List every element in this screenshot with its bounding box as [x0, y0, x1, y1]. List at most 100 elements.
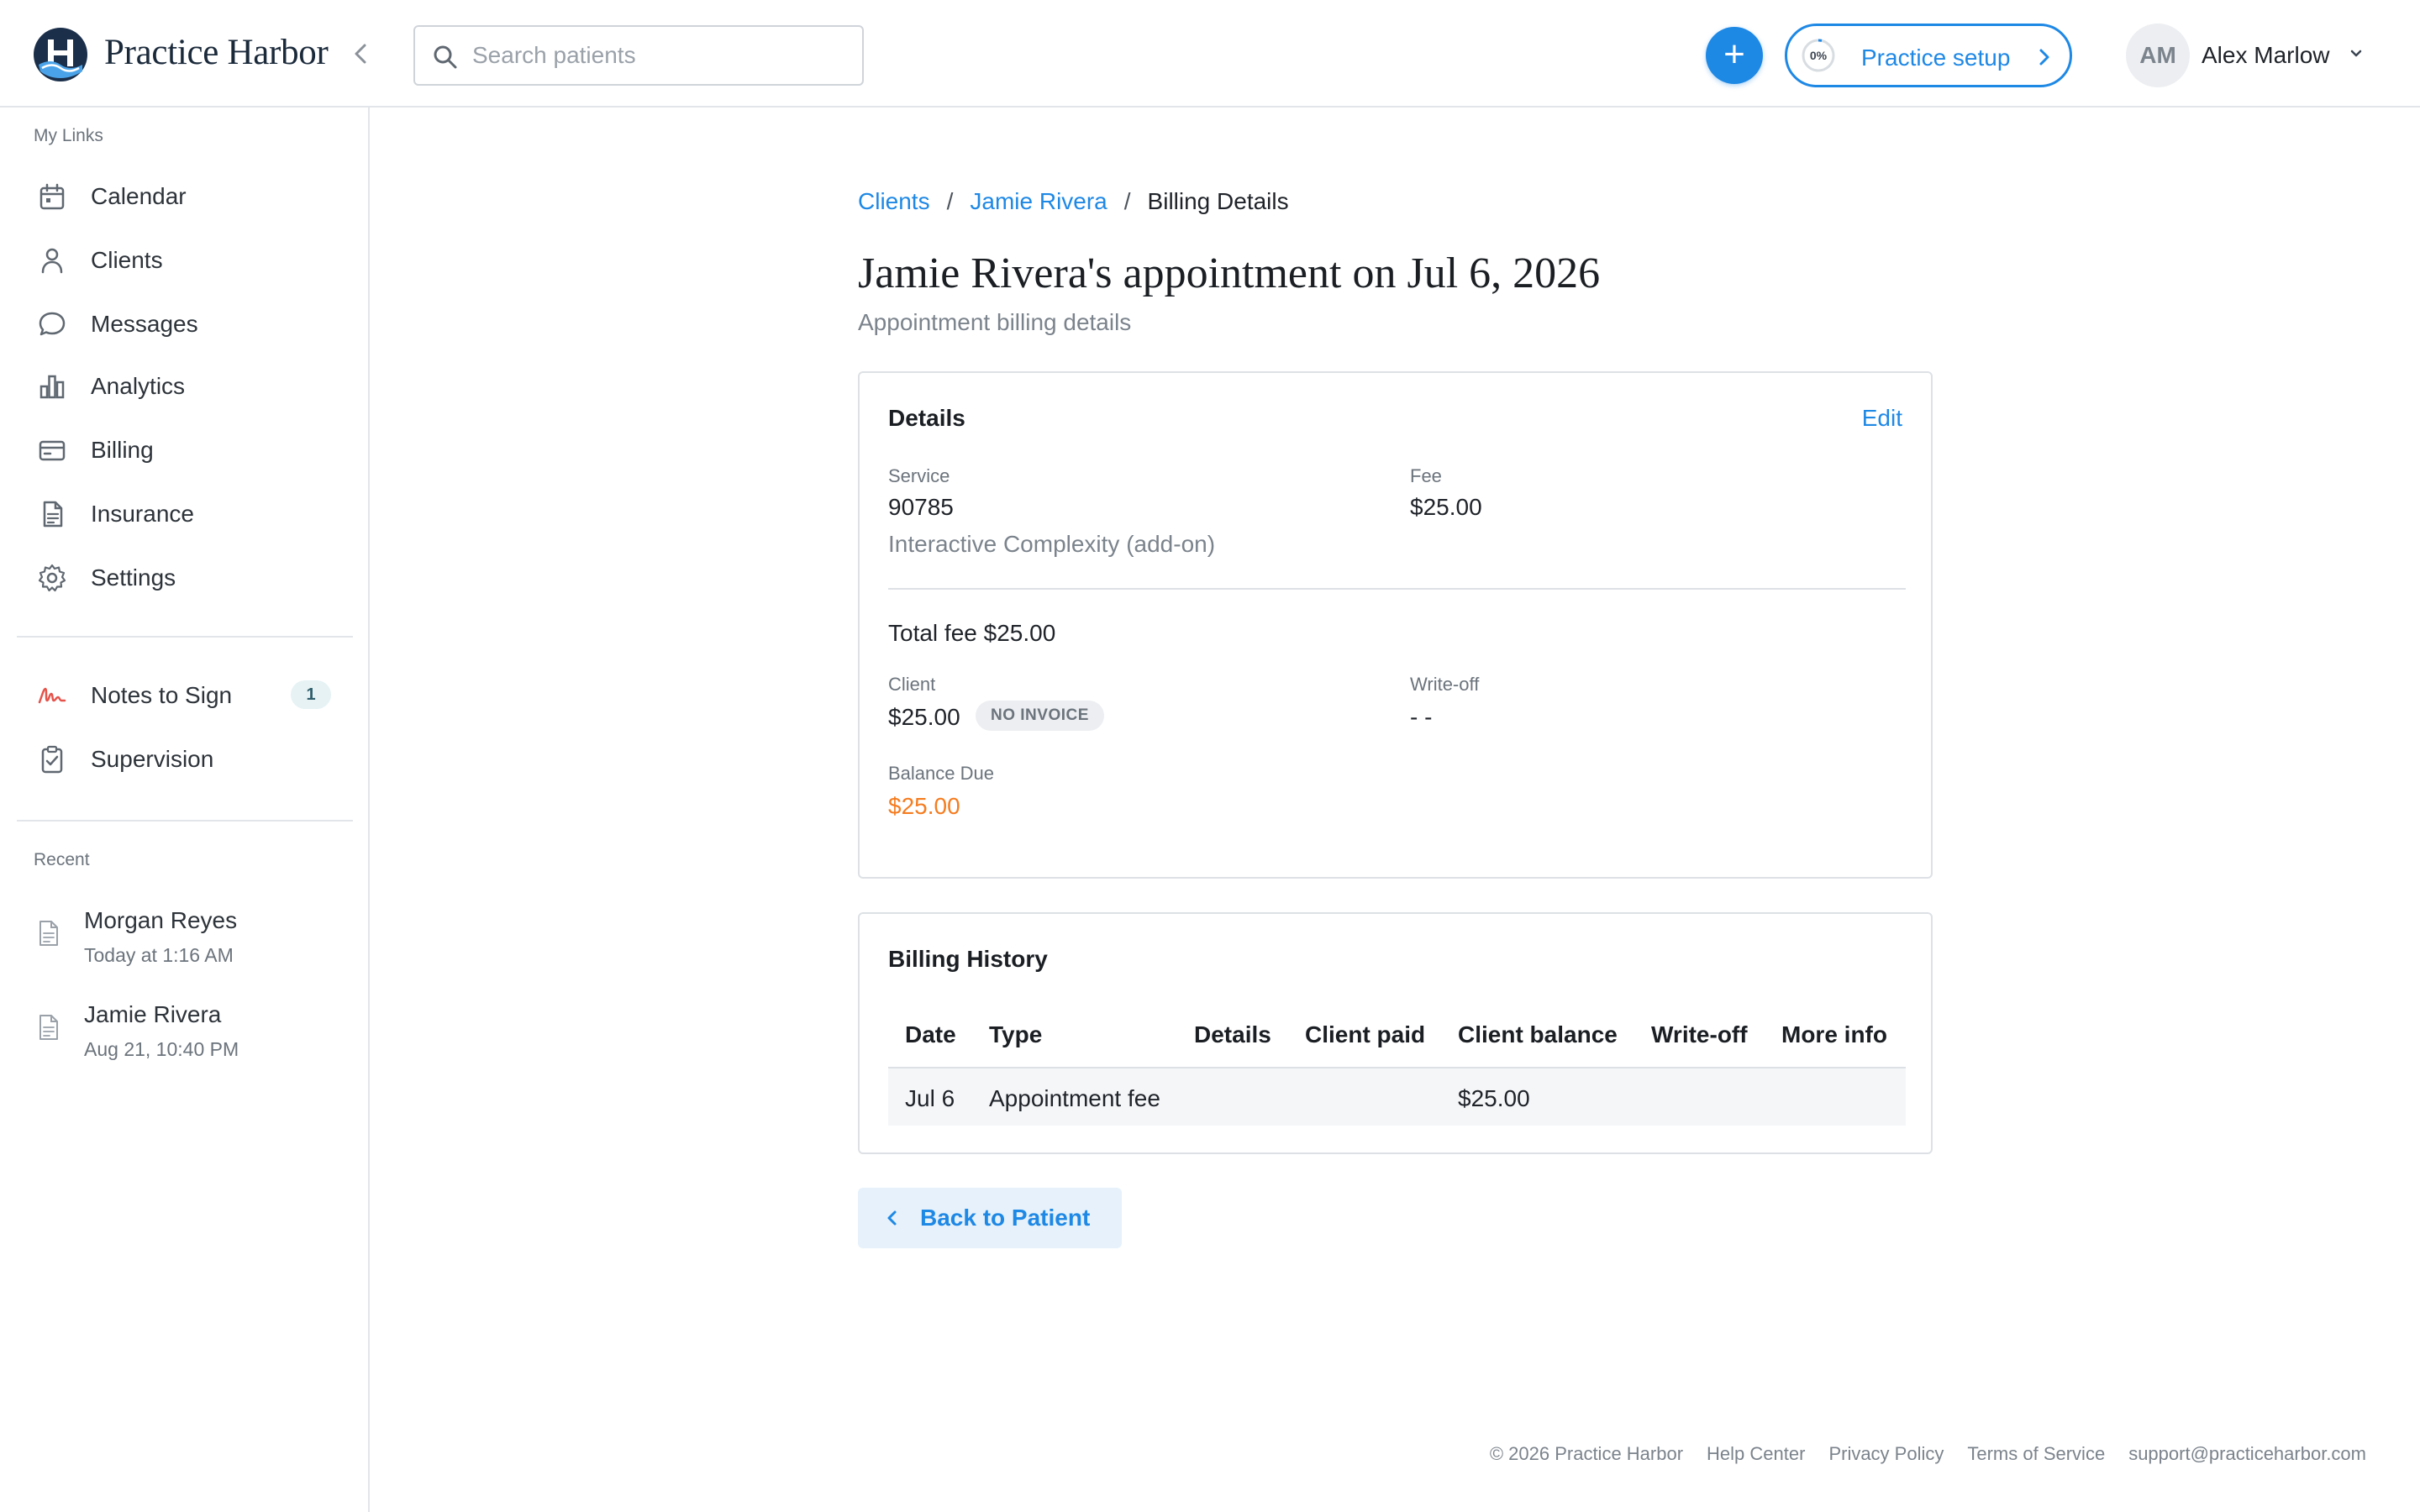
service-description: Interactive Complexity (add-on) [888, 531, 1216, 557]
sidebar-item-analytics[interactable]: Analytics [17, 360, 353, 413]
practice-harbor-logo-icon[interactable] [34, 28, 87, 81]
practice-setup-button[interactable]: 0% Practice setup [1785, 24, 2072, 87]
column-header-date: Date [905, 1021, 956, 1047]
balance-due-value: $25.00 [888, 793, 960, 819]
column-header-details: Details [1194, 1021, 1271, 1047]
fee-value: $25.00 [1410, 494, 1482, 520]
my-links-heading: My Links [34, 126, 103, 145]
writeoff-label: Write-off [1410, 674, 1480, 695]
add-new-button[interactable]: + [1706, 27, 1763, 84]
sidebar-item-settings[interactable]: Settings [17, 551, 353, 605]
sidebar-item-label: Settings [91, 564, 176, 591]
clipboard-check-icon [37, 744, 67, 774]
setup-progress-value: 0% [1809, 49, 1828, 62]
sidebar-item-label: Messages [91, 311, 198, 337]
sidebar-divider [17, 636, 353, 638]
sidebar-item-clients[interactable]: Clients [17, 234, 353, 287]
sidebar-divider [17, 820, 353, 822]
fee-label: Fee [1410, 465, 1442, 486]
sidebar-item-label: Clients [91, 247, 163, 273]
sidebar-item-label: Calendar [91, 183, 187, 209]
sidebar-item-label: Notes to Sign [91, 682, 233, 708]
column-header-more-info: More info [1781, 1021, 1887, 1047]
breadcrumb-current: Billing Details [1147, 188, 1289, 214]
recent-item[interactable]: Jamie Rivera Aug 21, 10:40 PM [17, 998, 353, 1079]
user-name[interactable]: Alex Marlow [2202, 42, 2329, 69]
column-header-write-off: Write-off [1651, 1021, 1748, 1047]
calendar-icon [37, 181, 67, 212]
writeoff-value: - - [1410, 704, 1433, 730]
breadcrumb: Clients / Jamie Rivera / Billing Details [858, 188, 1289, 215]
practice-setup-label: Practice setup [1861, 45, 2011, 71]
chat-icon [37, 309, 67, 339]
sidebar-item-supervision[interactable]: Supervision [17, 732, 353, 786]
client-label: Client [888, 674, 936, 695]
sidebar-item-insurance[interactable]: Insurance [17, 487, 353, 541]
total-fee: Total fee $25.00 [888, 620, 1056, 646]
recent-item-time: Today at 1:16 AM [84, 944, 234, 966]
search-icon [432, 44, 459, 71]
breadcrumb-clients-link[interactable]: Clients [858, 188, 930, 214]
user-initials: AM [2139, 42, 2176, 68]
page-title: Jamie Rivera's appointment on Jul 6, 202… [858, 249, 1601, 297]
chevron-down-icon[interactable] [2348, 47, 2365, 60]
footer-help-center-link[interactable]: Help Center [1707, 1443, 1805, 1464]
recent-heading: Recent [34, 850, 90, 869]
billing-history-title: Billing History [888, 946, 1048, 972]
service-code: 90785 [888, 494, 954, 520]
service-label: Service [888, 465, 950, 486]
details-divider [888, 588, 1906, 590]
footer-support-email-link[interactable]: support@practiceharbor.com [2128, 1443, 2366, 1464]
user-avatar[interactable]: AM [2126, 24, 2190, 87]
sidebar-item-label: Analytics [91, 373, 186, 399]
sidebar: My Links Calendar Clients Messages Analy… [0, 108, 370, 1512]
chevron-left-icon [885, 1208, 900, 1228]
document-icon [37, 919, 60, 948]
recent-item[interactable]: Morgan Reyes Today at 1:16 AM [17, 904, 353, 984]
breadcrumb-separator: / [1123, 188, 1131, 214]
gear-icon [37, 563, 67, 593]
setup-progress-ring-icon: 0% [1801, 38, 1836, 73]
row-date: Jul 6 [905, 1085, 955, 1111]
signature-icon [37, 680, 67, 711]
column-header-client-paid: Client paid [1305, 1021, 1426, 1047]
back-to-patient-label: Back to Patient [920, 1205, 1091, 1231]
chevron-right-icon [2034, 45, 2054, 70]
footer-terms-link[interactable]: Terms of Service [1967, 1443, 2105, 1464]
details-title: Details [888, 405, 965, 431]
footer: © 2026 Practice Harbor Help Center Privacy… [1490, 1443, 2366, 1465]
page-subtitle: Appointment billing details [858, 309, 1132, 335]
details-card: Details Edit Service 90785 Interactive C… [858, 371, 1933, 879]
top-header: Practice Harbor + 0% Practice setup AM A… [0, 0, 2420, 108]
sidebar-item-notes-to-sign[interactable]: Notes to Sign 1 [17, 669, 353, 722]
search-input[interactable] [472, 39, 842, 72]
no-invoice-badge: NO INVOICE [976, 701, 1104, 731]
row-type: Appointment fee [989, 1085, 1160, 1111]
plus-icon: + [1723, 34, 1745, 75]
notes-count-badge: 1 [291, 680, 331, 709]
breadcrumb-client-link[interactable]: Jamie Rivera [970, 188, 1107, 214]
row-client-balance: $25.00 [1458, 1085, 1530, 1111]
search-box[interactable] [413, 25, 864, 86]
client-amount: $25.00 [888, 704, 960, 730]
user-icon [37, 245, 67, 276]
document-icon [37, 1013, 60, 1042]
sidebar-item-label: Supervision [91, 746, 214, 772]
app-name[interactable]: Practice Harbor [104, 32, 329, 73]
collapse-sidebar-chevron-left-icon[interactable] [350, 39, 373, 69]
recent-item-time: Aug 21, 10:40 PM [84, 1038, 239, 1060]
sidebar-item-label: Insurance [91, 501, 194, 527]
table-row[interactable]: Jul 6 Appointment fee $25.00 [888, 1067, 1906, 1126]
footer-privacy-policy-link[interactable]: Privacy Policy [1828, 1443, 1944, 1464]
footer-copyright: © 2026 Practice Harbor [1489, 1443, 1684, 1464]
bar-chart-icon [37, 371, 67, 402]
recent-item-name: Morgan Reyes [84, 907, 238, 933]
sidebar-item-messages[interactable]: Messages [17, 297, 353, 351]
sidebar-item-calendar[interactable]: Calendar [17, 170, 353, 223]
back-to-patient-button[interactable]: Back to Patient [858, 1188, 1122, 1248]
breadcrumb-separator: / [946, 188, 954, 214]
sidebar-item-billing[interactable]: Billing [17, 423, 353, 477]
edit-details-link[interactable]: Edit [1862, 405, 1902, 432]
sidebar-item-label: Billing [91, 437, 154, 463]
column-header-client-balance: Client balance [1458, 1021, 1618, 1047]
